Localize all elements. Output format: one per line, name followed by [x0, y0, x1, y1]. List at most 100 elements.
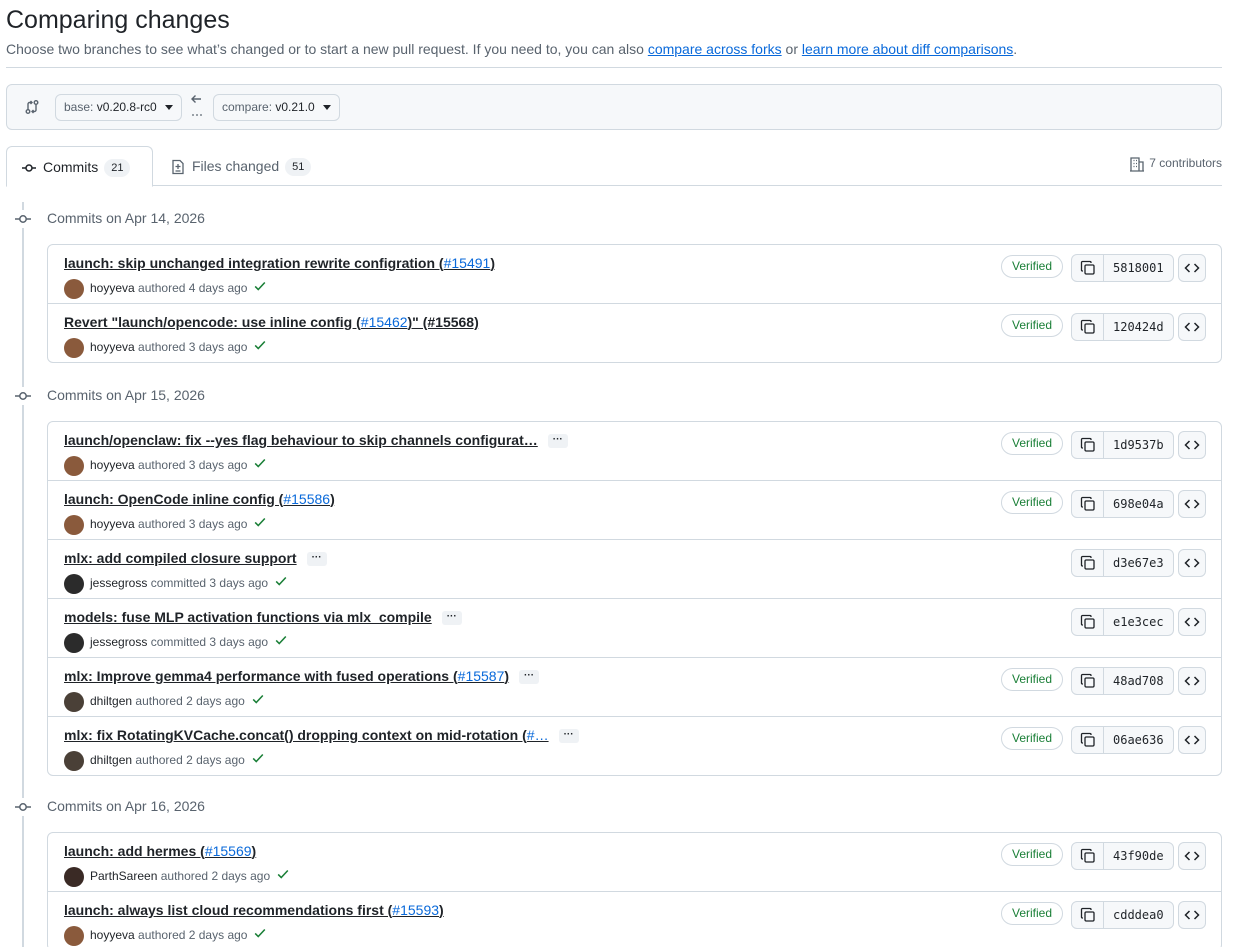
author-link[interactable]: hoyyeva [90, 281, 135, 295]
pull-request-link[interactable]: #15462 [361, 314, 408, 330]
check-icon[interactable] [274, 574, 288, 594]
verified-badge[interactable]: Verified [1001, 668, 1064, 691]
compare-branch-select[interactable]: compare: v0.21.0 [213, 94, 340, 121]
check-icon[interactable] [253, 338, 267, 358]
copy-icon[interactable] [1072, 314, 1104, 340]
avatar[interactable] [64, 632, 84, 653]
commit-row: models: fuse MLP activation functions vi… [48, 598, 1221, 657]
commit-row: launch/openclaw: fix --yes flag behaviou… [48, 422, 1221, 480]
commit-message-link[interactable]: launch/openclaw: fix --yes flag behaviou… [64, 432, 568, 449]
commit-sha-link[interactable]: d3e67e3 [1104, 550, 1173, 576]
pull-request-link[interactable]: #15569 [205, 843, 252, 859]
avatar[interactable] [64, 866, 84, 887]
browse-code-icon[interactable] [1178, 313, 1206, 341]
compare-across-forks-link[interactable]: compare across forks [648, 41, 782, 57]
author-link[interactable]: dhiltgen [90, 694, 132, 708]
commit-sha-link[interactable]: 1d9537b [1104, 432, 1173, 458]
commit-sha-link[interactable]: 120424d [1104, 314, 1173, 340]
base-branch-select[interactable]: base: v0.20.8-rc0 [55, 94, 182, 121]
check-icon[interactable] [253, 926, 267, 946]
pull-request-link[interactable]: #15586 [283, 491, 330, 507]
avatar[interactable] [64, 691, 84, 712]
browse-code-icon[interactable] [1178, 667, 1206, 695]
copy-icon[interactable] [1072, 668, 1104, 694]
avatar[interactable] [64, 278, 84, 299]
expand-message-button[interactable]: ··· [558, 729, 579, 744]
expand-message-button[interactable]: ··· [547, 434, 568, 449]
author-link[interactable]: jessegross [90, 576, 147, 590]
browse-code-icon[interactable] [1178, 490, 1206, 518]
author-link[interactable]: hoyyeva [90, 340, 135, 354]
avatar[interactable] [64, 455, 84, 476]
pull-request-link[interactable]: #15593 [392, 902, 439, 918]
commit-message-link[interactable]: launch: add hermes (#15569) [64, 843, 256, 859]
expand-message-button[interactable]: ··· [306, 552, 327, 567]
copy-icon[interactable] [1072, 727, 1104, 753]
copy-icon[interactable] [1072, 432, 1104, 458]
avatar[interactable] [64, 514, 84, 535]
expand-message-button[interactable]: ··· [519, 670, 540, 685]
check-icon[interactable] [251, 751, 265, 771]
copy-icon[interactable] [1072, 550, 1104, 576]
pull-request-link[interactable]: #… [527, 727, 549, 743]
browse-code-icon[interactable] [1178, 901, 1206, 929]
browse-code-icon[interactable] [1178, 608, 1206, 636]
verified-badge[interactable]: Verified [1001, 902, 1064, 925]
commit-message-link[interactable]: mlx: Improve gemma4 performance with fus… [64, 668, 540, 685]
tab-commits[interactable]: Commits 21 [6, 146, 153, 187]
check-icon[interactable] [251, 692, 265, 712]
copy-icon[interactable] [1072, 491, 1104, 517]
copy-icon[interactable] [1072, 843, 1104, 869]
commit-sha-link[interactable]: e1e3cec [1104, 609, 1173, 635]
commit-message-link[interactable]: Revert "launch/opencode: use inline conf… [64, 314, 479, 330]
author-link[interactable]: ParthSareen [90, 869, 157, 883]
contributors-link[interactable]: 7 contributors [1129, 156, 1222, 172]
copy-icon[interactable] [1072, 255, 1104, 281]
check-icon[interactable] [276, 867, 290, 887]
verified-badge[interactable]: Verified [1001, 843, 1064, 866]
verified-badge[interactable]: Verified [1001, 314, 1064, 337]
author-link[interactable]: hoyyeva [90, 928, 135, 942]
verified-badge[interactable]: Verified [1001, 432, 1064, 455]
commit-message-link[interactable]: launch: skip unchanged integration rewri… [64, 255, 495, 271]
commit-sha-link[interactable]: cdddea0 [1104, 902, 1173, 928]
browse-code-icon[interactable] [1178, 842, 1206, 870]
commit-message-link[interactable]: models: fuse MLP activation functions vi… [64, 609, 462, 626]
tab-files-changed[interactable]: Files changed 51 [156, 146, 325, 186]
copy-icon[interactable] [1072, 609, 1104, 635]
commit-sha-link[interactable]: 06ae636 [1104, 727, 1173, 753]
page-title: Comparing changes [6, 6, 230, 34]
pull-request-link[interactable]: #15491 [444, 255, 491, 271]
browse-code-icon[interactable] [1178, 254, 1206, 282]
browse-code-icon[interactable] [1178, 549, 1206, 577]
browse-code-icon[interactable] [1178, 431, 1206, 459]
check-icon[interactable] [253, 279, 267, 299]
commit-message-link[interactable]: mlx: add compiled closure support ··· [64, 550, 327, 567]
verified-badge[interactable]: Verified [1001, 255, 1064, 278]
author-link[interactable]: hoyyeva [90, 458, 135, 472]
check-icon[interactable] [253, 456, 267, 476]
author-link[interactable]: hoyyeva [90, 517, 135, 531]
commit-sha-link[interactable]: 698e04a [1104, 491, 1173, 517]
avatar[interactable] [64, 925, 84, 946]
commit-sha-link[interactable]: 5818001 [1104, 255, 1173, 281]
avatar[interactable] [64, 573, 84, 594]
check-icon[interactable] [274, 633, 288, 653]
copy-icon[interactable] [1072, 902, 1104, 928]
expand-message-button[interactable]: ··· [441, 611, 462, 626]
commit-sha-link[interactable]: 48ad708 [1104, 668, 1173, 694]
verified-badge[interactable]: Verified [1001, 491, 1064, 514]
browse-code-icon[interactable] [1178, 726, 1206, 754]
avatar[interactable] [64, 750, 84, 771]
avatar[interactable] [64, 337, 84, 358]
author-link[interactable]: dhiltgen [90, 753, 132, 767]
commit-message-link[interactable]: mlx: fix RotatingKVCache.concat() droppi… [64, 727, 579, 744]
pull-request-link[interactable]: #15587 [458, 668, 505, 684]
commit-sha-link[interactable]: 43f90de [1104, 843, 1173, 869]
author-link[interactable]: jessegross [90, 635, 147, 649]
verified-badge[interactable]: Verified [1001, 727, 1064, 750]
commit-message-link[interactable]: launch: always list cloud recommendation… [64, 902, 444, 918]
commit-message-link[interactable]: launch: OpenCode inline config (#15586) [64, 491, 335, 507]
check-icon[interactable] [253, 515, 267, 535]
learn-diff-comparisons-link[interactable]: learn more about diff comparisons [802, 41, 1013, 57]
